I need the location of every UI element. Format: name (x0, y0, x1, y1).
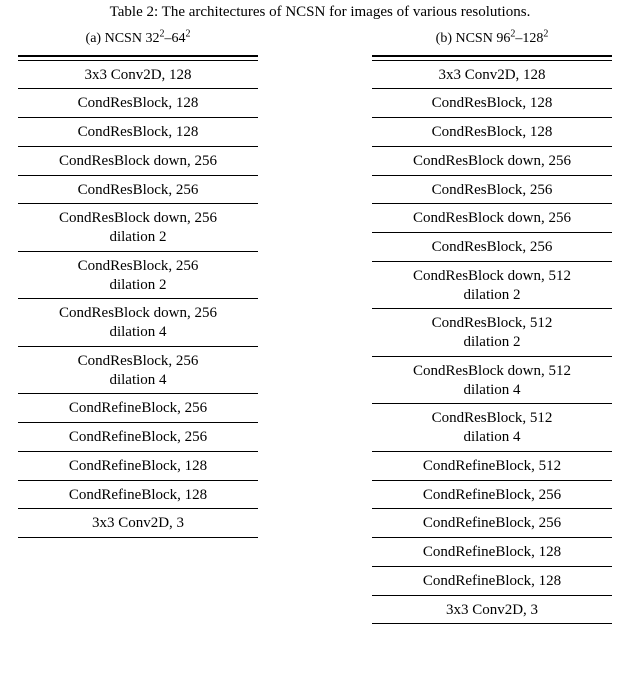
arch-row: CondResBlock, 128 (18, 89, 258, 118)
subcaption-left-label: (a) NCSN (86, 31, 146, 46)
arch-row: CondResBlock, 512dilation 2 (372, 309, 612, 357)
subcaption-right: (b) NCSN 962–1282 (436, 31, 549, 47)
arch-row: CondResBlock, 256dilation 4 (18, 347, 258, 395)
subcaption-left-b: 64 (171, 31, 185, 46)
arch-row: CondResBlock, 256 (372, 233, 612, 262)
arch-row: CondResBlock down, 256 (372, 147, 612, 176)
tables-row: (a) NCSN 322–642 3x3 Conv2D, 128CondResB… (0, 31, 640, 624)
subcaption-left-sup-b: 2 (185, 28, 190, 39)
arch-row: CondRefineBlock, 256 (18, 423, 258, 452)
subcaption-right-label: (b) NCSN (436, 31, 497, 46)
arch-row: CondResBlock down, 256 (18, 147, 258, 176)
table-caption: Table 2: The architectures of NCSN for i… (0, 4, 640, 21)
table-right: (b) NCSN 962–1282 3x3 Conv2D, 128CondRes… (372, 31, 612, 624)
subcaption-left-a: 32 (145, 31, 159, 46)
arch-row: CondRefineBlock, 256 (372, 509, 612, 538)
arch-row: CondResBlock down, 512dilation 2 (372, 262, 612, 310)
caption-prefix: Table 2: (110, 4, 162, 20)
arch-left: 3x3 Conv2D, 128CondResBlock, 128CondResB… (18, 55, 258, 538)
subcaption-right-a: 96 (496, 31, 510, 46)
subcaption-left: (a) NCSN 322–642 (86, 31, 191, 47)
subcaption-right-sup-b: 2 (543, 28, 548, 39)
arch-row: CondResBlock, 256 (372, 176, 612, 205)
arch-row: CondResBlock down, 256dilation 2 (18, 204, 258, 252)
arch-row: 3x3 Conv2D, 3 (18, 509, 258, 538)
arch-row: CondResBlock down, 512dilation 4 (372, 357, 612, 405)
arch-row: CondResBlock, 256 (18, 176, 258, 205)
arch-row: CondRefineBlock, 128 (372, 567, 612, 596)
arch-row: 3x3 Conv2D, 128 (372, 61, 612, 90)
table-left: (a) NCSN 322–642 3x3 Conv2D, 128CondResB… (18, 31, 258, 538)
arch-right: 3x3 Conv2D, 128CondResBlock, 128CondResB… (372, 55, 612, 624)
arch-row: CondRefineBlock, 128 (372, 538, 612, 567)
arch-row: CondRefineBlock, 256 (18, 394, 258, 423)
arch-row: CondRefineBlock, 512 (372, 452, 612, 481)
arch-row: CondResBlock, 512dilation 4 (372, 404, 612, 452)
arch-row: CondResBlock, 128 (372, 89, 612, 118)
subcaption-right-b: 128 (522, 31, 543, 46)
arch-row: CondResBlock, 128 (372, 118, 612, 147)
arch-row: CondRefineBlock, 128 (18, 481, 258, 510)
arch-row: CondResBlock down, 256 (372, 204, 612, 233)
page: Table 2: The architectures of NCSN for i… (0, 0, 640, 624)
caption-text: The architectures of NCSN for images of … (162, 4, 531, 20)
arch-row: CondRefineBlock, 256 (372, 481, 612, 510)
arch-row: CondResBlock, 256dilation 2 (18, 252, 258, 300)
arch-row: CondResBlock, 128 (18, 118, 258, 147)
subcaption-right-sup-a: 2 (510, 28, 515, 39)
arch-row: CondRefineBlock, 128 (18, 452, 258, 481)
subcaption-left-sup-a: 2 (159, 28, 164, 39)
arch-row: 3x3 Conv2D, 3 (372, 596, 612, 625)
arch-row: 3x3 Conv2D, 128 (18, 61, 258, 90)
arch-row: CondResBlock down, 256dilation 4 (18, 299, 258, 347)
